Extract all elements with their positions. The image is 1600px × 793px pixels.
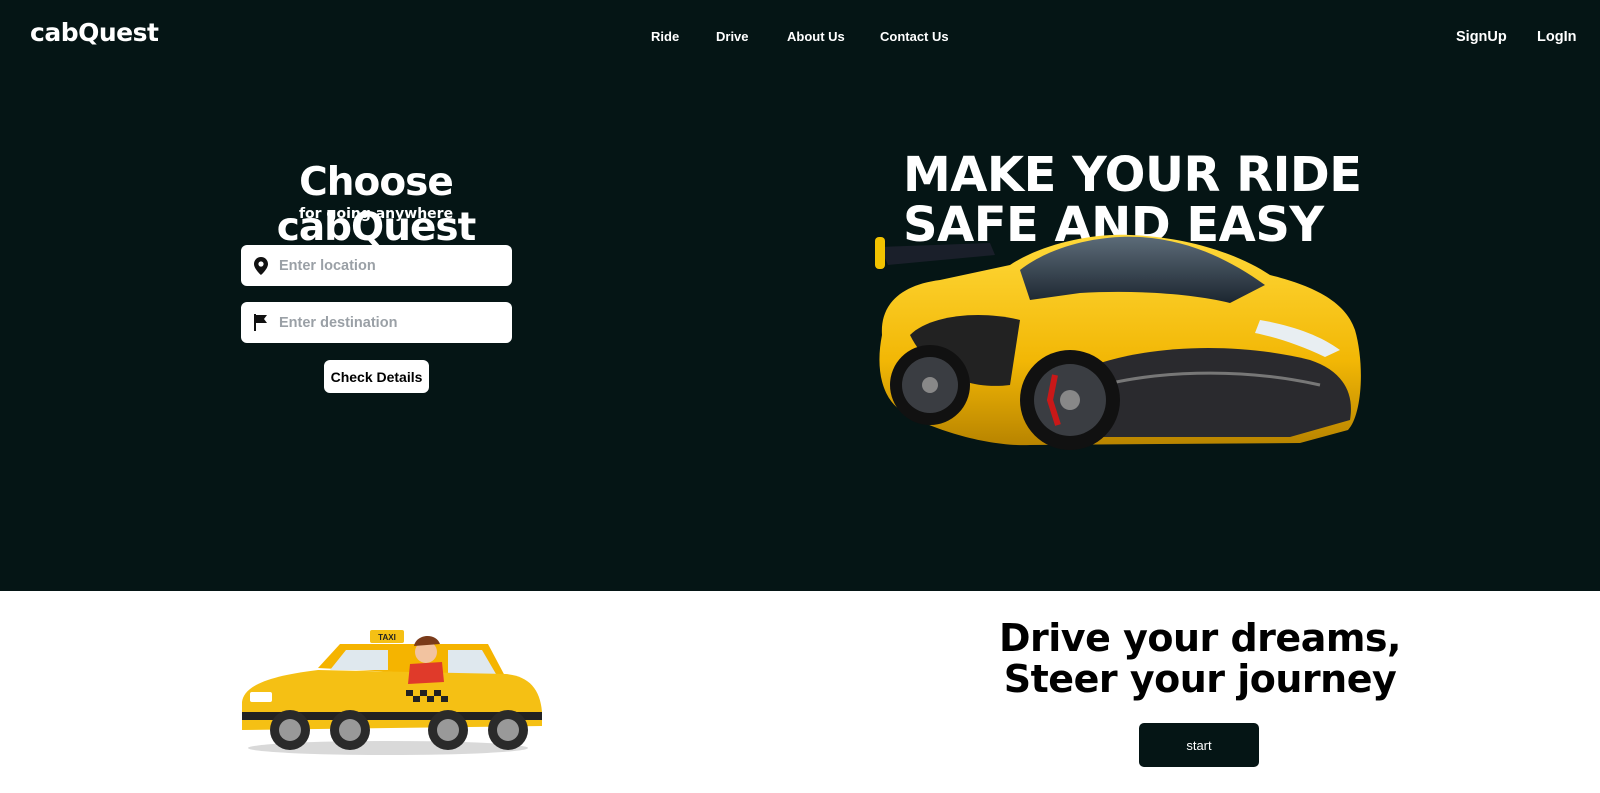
nav-drive[interactable]: Drive [716,29,749,44]
check-details-button[interactable]: Check Details [324,360,429,393]
nav-about-us[interactable]: About Us [787,29,845,44]
location-pin-icon [253,256,269,275]
drive-headline-line1: Drive your dreams, [999,616,1402,660]
destination-input[interactable] [279,314,499,331]
booking-subtitle: for going anywhere [298,206,454,222]
nav-ride[interactable]: Ride [651,29,679,44]
drive-headline: Drive your dreams, Steer your journey [940,618,1460,700]
taxi-sign-text: TAXI [378,633,396,642]
taxi-illustration: TAXI [238,630,554,758]
destination-field[interactable] [241,302,512,343]
drive-headline-line2: Steer your journey [1003,657,1397,701]
location-field[interactable] [241,245,512,286]
booking-title: Choose cabQuest [276,160,477,250]
nav-contact-us[interactable]: Contact Us [880,29,949,44]
start-button[interactable]: start [1139,723,1259,767]
flag-icon [253,314,269,332]
location-input[interactable] [279,257,499,274]
main-nav: Ride Drive About Us Contact Us SignUp Lo… [0,29,1600,45]
hero-headline-line1: MAKE YOUR RIDE [903,147,1362,203]
signup-link[interactable]: SignUp [1456,29,1507,45]
hero-section: cabQuest Ride Drive About Us Contact Us … [0,0,1600,591]
login-link[interactable]: LogIn [1537,29,1576,45]
sports-car-image [870,225,1390,475]
